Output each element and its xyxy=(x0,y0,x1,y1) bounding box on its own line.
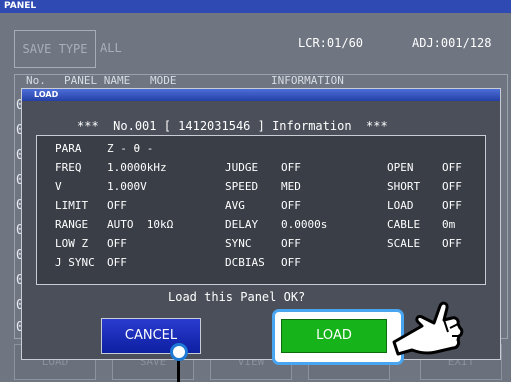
param-label: OPEN xyxy=(387,161,414,174)
param-value: OFF xyxy=(281,237,301,250)
load-button[interactable]: LOAD xyxy=(281,319,387,353)
param-value: OFF xyxy=(281,256,301,269)
panel-info-title: *** No.001 [ 1412031546 ] Information **… xyxy=(77,119,388,133)
settings-panel: PARA Z - θ - FREQ 1.0000kHz JUDGE OFF OP… xyxy=(36,135,486,285)
param-value: OFF xyxy=(107,256,127,269)
param-value: MED xyxy=(281,180,301,193)
param-label: DCBIAS xyxy=(225,256,265,269)
param-value: OFF xyxy=(442,180,462,193)
title-bar: PANEL xyxy=(0,0,511,13)
all-button[interactable]: ALL xyxy=(100,30,140,66)
param-label: SYNC xyxy=(225,237,252,250)
param-label: LOAD xyxy=(387,199,414,212)
info-text: No.001 [ 1412031546 ] Information xyxy=(113,119,352,133)
param-value: OFF xyxy=(107,199,127,212)
param-label: RANGE xyxy=(55,218,89,231)
param-label: AVG xyxy=(225,199,245,212)
info-suffix: *** xyxy=(366,119,388,133)
param-label: LIMIT xyxy=(55,199,89,212)
param-label: V xyxy=(55,180,62,193)
info-prefix: *** xyxy=(77,119,99,133)
param-value: OFF xyxy=(281,199,301,212)
param-value: OFF xyxy=(442,237,462,250)
param-value: OFF xyxy=(107,237,127,250)
param-label: JUDGE xyxy=(225,161,259,174)
param-value: AUTO 10kΩ xyxy=(107,218,174,231)
column-mode: MODE xyxy=(150,74,177,87)
dialog-title-bar: LOAD xyxy=(22,89,500,101)
param-value: OFF xyxy=(281,161,301,174)
param-value: 1.000V xyxy=(107,180,147,193)
param-value: 1.0000kHz xyxy=(107,161,167,174)
param-value: OFF xyxy=(442,161,462,174)
column-information: INFORMATION xyxy=(271,74,344,87)
param-label: SHORT xyxy=(387,180,421,193)
column-panel-name: PANEL NAME xyxy=(64,74,131,87)
window-title: PANEL xyxy=(4,1,37,11)
param-value: 0m xyxy=(442,218,456,231)
param-label: DELAY xyxy=(225,218,259,231)
param-value: OFF xyxy=(442,199,462,212)
param-value: Z - θ - xyxy=(107,142,154,155)
adj-panel-count: ADJ:001/128 xyxy=(412,36,492,50)
param-label: J SYNC xyxy=(55,256,95,269)
confirm-message: Load this Panel OK? xyxy=(168,290,306,304)
param-label: PARA xyxy=(55,142,82,155)
param-label: FREQ xyxy=(55,161,82,174)
pointing-hand-icon xyxy=(392,301,464,356)
lcr-panel-count: LCR:01/60 xyxy=(298,36,364,50)
param-label: LOW Z xyxy=(55,237,89,250)
callout-dot xyxy=(170,343,188,361)
column-no: No. xyxy=(26,74,46,87)
dialog-title: LOAD xyxy=(34,90,59,99)
param-label: CABLE xyxy=(387,218,421,231)
save-type-button[interactable]: SAVE TYPE xyxy=(14,30,96,68)
param-label: SPEED xyxy=(225,180,259,193)
param-label: SCALE xyxy=(387,237,421,250)
param-value: 0.0000s xyxy=(281,218,328,231)
